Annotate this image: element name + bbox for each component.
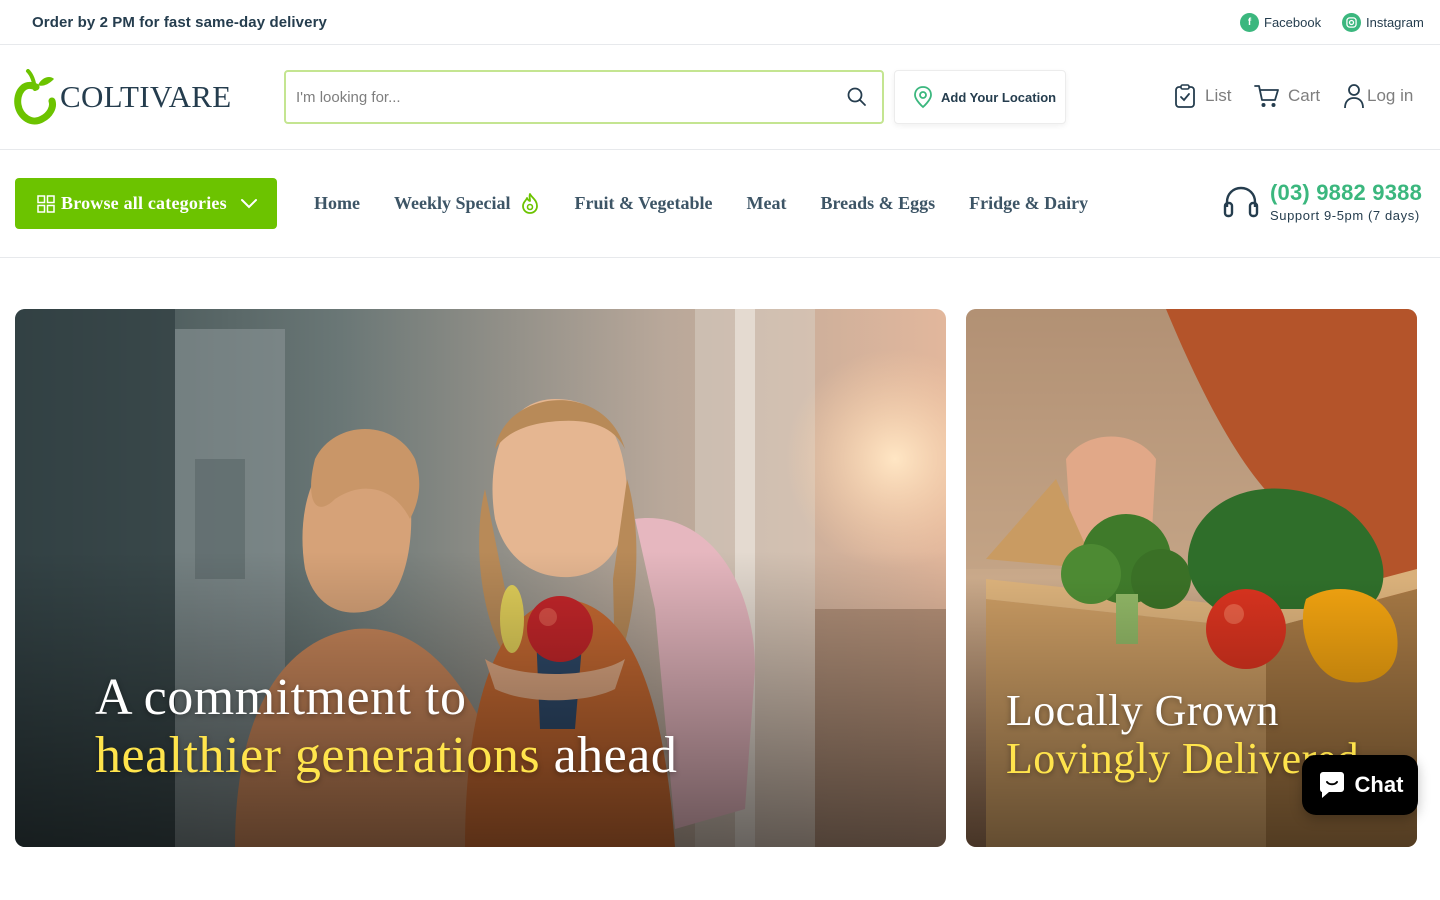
instagram-label: Instagram [1366, 15, 1424, 30]
announcement-bar: Order by 2 PM for fast same-day delivery… [0, 0, 1440, 45]
user-icon [1344, 84, 1364, 109]
hero-main-line2: healthier generations ahead [95, 727, 677, 785]
chat-button[interactable]: Chat [1302, 755, 1418, 815]
hero-main-highlight: healthier generations [95, 727, 541, 784]
nav-links: Home Weekly Special Fruit & Vegetable Me… [314, 192, 1122, 214]
support-contact: (03) 9882 9388 Support 9-5pm (7 days) [1222, 180, 1422, 223]
list-label: List [1205, 86, 1232, 105]
cart-icon [1254, 85, 1279, 107]
search-icon[interactable] [846, 86, 868, 108]
chat-bubble-icon [1319, 772, 1344, 798]
location-label: Add Your Location [941, 89, 1057, 105]
add-location-button[interactable]: Add Your Location [894, 70, 1066, 124]
hero-main-line2-rest: ahead [540, 727, 678, 784]
support-phone[interactable]: (03) 9882 9388 [1270, 180, 1422, 206]
nav-link-breads-eggs[interactable]: Breads & Eggs [820, 193, 935, 214]
hero-banner-main[interactable]: A commitment to healthier generations ah… [15, 309, 946, 847]
logo-wordmark: COLTIVARE [60, 79, 232, 114]
site-logo[interactable]: COLTIVARE [14, 69, 232, 125]
main-navigation: Browse all categories Home Weekly Specia… [0, 150, 1440, 258]
hero-main-headline: A commitment to healthier generations ah… [95, 669, 677, 785]
nav-link-fruit-vegetable[interactable]: Fruit & Vegetable [574, 193, 712, 214]
browse-categories-label: Browse all categories [61, 193, 227, 213]
wishlist-button[interactable]: List [1173, 83, 1231, 109]
nav-link-weekly-special[interactable]: Weekly Special [394, 192, 541, 214]
nav-link-home[interactable]: Home [314, 193, 360, 214]
flame-icon [522, 193, 539, 214]
facebook-link[interactable]: f Facebook [1240, 13, 1321, 32]
login-button[interactable]: Log in [1343, 83, 1413, 109]
facebook-icon: f [1240, 13, 1259, 32]
hero-side-line1: Locally Grown [1006, 686, 1279, 735]
instagram-icon [1342, 13, 1361, 32]
search-input[interactable] [296, 72, 816, 122]
announcement-text: Order by 2 PM for fast same-day delivery [32, 14, 327, 31]
browse-categories-button[interactable]: Browse all categories [15, 178, 277, 229]
chevron-down-icon [240, 198, 257, 208]
map-pin-icon [914, 86, 932, 109]
hero-main-line1: A commitment to [95, 669, 467, 726]
chat-label: Chat [1354, 772, 1404, 797]
login-label: Log in [1367, 86, 1414, 105]
cart-button[interactable]: Cart [1254, 83, 1320, 109]
support-hours: Support 9-5pm (7 days) [1270, 208, 1420, 223]
instagram-link[interactable]: Instagram [1342, 13, 1424, 32]
nav-link-meat[interactable]: Meat [746, 193, 786, 214]
facebook-label: Facebook [1264, 15, 1322, 30]
nav-link-fridge-dairy[interactable]: Fridge & Dairy [969, 193, 1088, 214]
headset-icon [1223, 186, 1259, 217]
grid-icon [37, 194, 55, 213]
clipboard-check-icon [1175, 84, 1195, 108]
nav-link-weekly-special-label: Weekly Special [393, 192, 511, 213]
site-header: COLTIVARE Add Your Location List Cart [0, 45, 1440, 150]
apple-logo-icon [14, 69, 56, 125]
support-text: (03) 9882 9388 Support 9-5pm (7 days) [1270, 180, 1422, 223]
search-box [284, 70, 884, 124]
cart-label: Cart [1288, 86, 1321, 105]
